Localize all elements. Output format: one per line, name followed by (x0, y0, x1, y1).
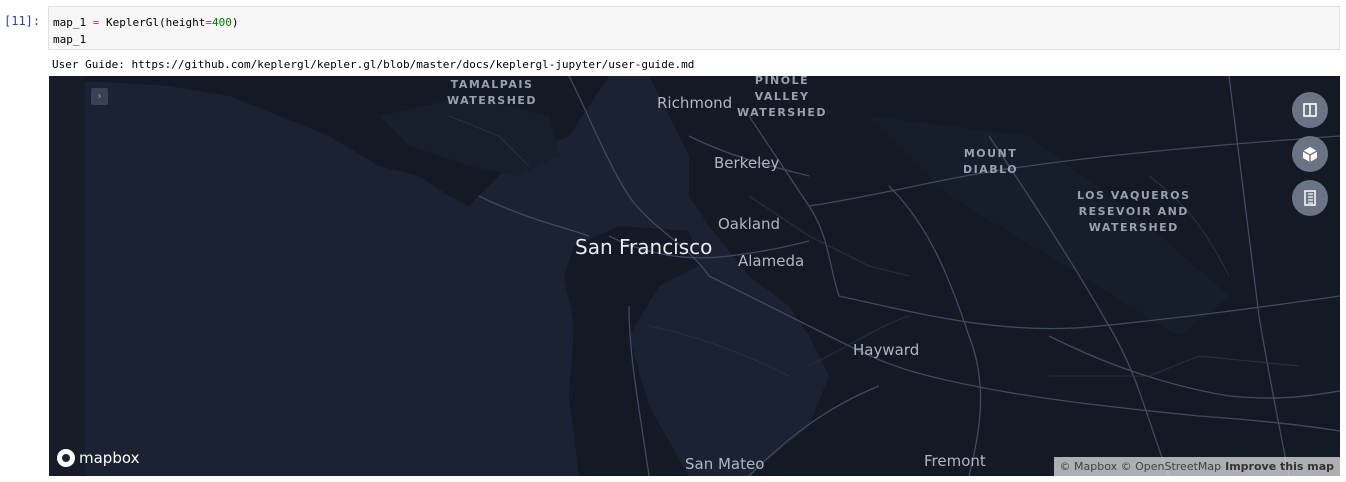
sidebar-toggle-button[interactable]: › (91, 88, 108, 105)
city-label-san-francisco: San Francisco (575, 235, 713, 259)
legend-icon (1304, 190, 1316, 206)
code-operator: = (205, 16, 212, 29)
code-line-1: map_1 = KeplerGl(height=400) (53, 14, 1335, 31)
region-label-mount-diablo: MOUNT DIABLO (963, 147, 1019, 176)
mapbox-logo-text: mapbox (79, 449, 140, 467)
code-call: KeplerGl(height (99, 16, 206, 29)
city-label-san-mateo: San Mateo (685, 455, 765, 473)
city-label-alameda: Alameda (738, 252, 805, 270)
mapbox-logo[interactable]: mapbox (57, 448, 139, 468)
mapbox-icon (57, 449, 75, 467)
region-label-tamalpais: TAMALPAIS WATERSHED (447, 78, 538, 107)
region-label-pinole: PINOLE VALLEY WATERSHED (737, 76, 828, 119)
code-cell-input[interactable]: map_1 = KeplerGl(height=400) map_1 (48, 6, 1340, 50)
city-label-hayward: Hayward (853, 341, 920, 359)
improve-map-link[interactable]: Improve this map (1225, 460, 1334, 473)
attribution-text[interactable]: © Mapbox © OpenStreetMap (1060, 460, 1222, 473)
cell-prompt: [11]: (4, 14, 41, 28)
sidebar-shade (49, 76, 85, 476)
3d-map-button[interactable] (1292, 136, 1328, 172)
city-label-berkeley: Berkeley (714, 154, 780, 172)
region-label-los-vaqueros: LOS VAQUEROS RESEVOIR AND WATERSHED (1077, 189, 1191, 234)
split-map-button[interactable] (1292, 92, 1328, 128)
code-line-2: map_1 (53, 33, 87, 46)
kepler-map[interactable]: › TAMALPAIS WATERSHED PINOLE VALLEY WATERSH… (49, 76, 1340, 476)
map-basemap[interactable] (49, 76, 1340, 476)
code-number: 400 (211, 16, 232, 29)
code-var: map_1 (53, 16, 93, 29)
legend-button[interactable] (1292, 180, 1328, 216)
3d-map-icon (1302, 147, 1318, 162)
city-label-oakland: Oakland (718, 215, 781, 233)
user-guide-text: User Guide: https://github.com/keplergl/… (52, 58, 695, 71)
split-map-icon (1303, 103, 1317, 117)
map-attribution: © Mapbox © OpenStreetMap Improve this map (1053, 457, 1340, 476)
code-paren: ) (231, 16, 239, 29)
city-label-richmond: Richmond (657, 94, 733, 112)
city-label-fremont: Fremont (924, 452, 986, 470)
